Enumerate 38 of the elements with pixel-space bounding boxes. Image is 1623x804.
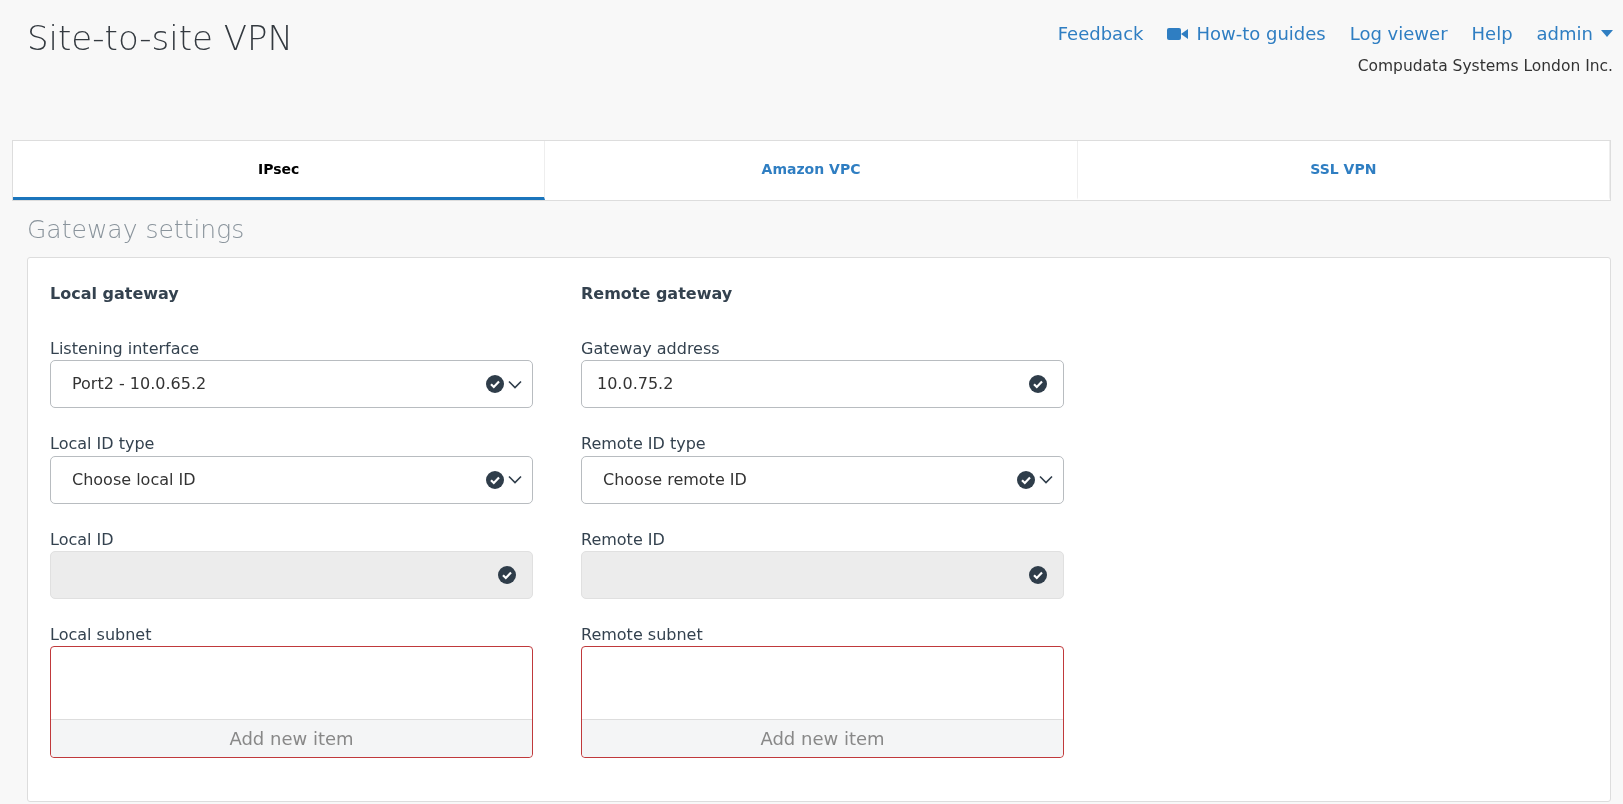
caret-down-icon (1601, 30, 1613, 37)
check-icon (486, 375, 504, 394)
select-field[interactable]: Choose local ID (50, 455, 533, 504)
add-item-button[interactable]: Add new item (51, 718, 532, 757)
check-icon (498, 565, 516, 584)
how-to-link[interactable]: How-to guides (1167, 20, 1326, 47)
field-label: Local ID type (50, 434, 156, 454)
field-label: Remote subnet (581, 624, 704, 644)
check-icon (486, 470, 504, 489)
select-field[interactable]: Port2 - 10.0.65.2 (50, 360, 533, 409)
field-label: Local ID (50, 529, 115, 549)
section-title: Gateway settings (27, 215, 246, 245)
user-menu[interactable]: admin (1536, 20, 1613, 47)
video-camera-icon (1167, 26, 1189, 41)
chevron-down-icon (508, 475, 522, 485)
list-field[interactable]: Add new item (50, 645, 533, 758)
check-icon (1017, 470, 1035, 489)
chevron-down-icon (1039, 475, 1053, 485)
organization-name: Compudata Systems London Inc. (1357, 56, 1613, 77)
column-heading: Remote gateway (581, 284, 734, 304)
field-label: Remote ID (581, 529, 666, 549)
page-title: Site-to-site VPN (27, 18, 293, 60)
nav-link[interactable]: Feedback (1057, 20, 1144, 47)
input-field[interactable]: 10.0.75.2 (581, 360, 1064, 409)
column-heading: Local gateway (50, 284, 180, 304)
tab[interactable]: IPsec (13, 141, 546, 200)
check-icon (1029, 375, 1047, 394)
nav-link[interactable]: Help (1471, 20, 1513, 47)
check-icon (1029, 565, 1047, 584)
field-label: Remote ID type (581, 434, 707, 454)
nav-link[interactable]: Log viewer (1349, 20, 1448, 47)
field-label: Listening interface (50, 339, 201, 359)
chevron-down-icon (508, 379, 522, 389)
select-field[interactable]: Choose remote ID (581, 455, 1064, 504)
field-label: Local subnet (50, 624, 153, 644)
list-field[interactable]: Add new item (581, 645, 1064, 758)
field-label: Gateway address (581, 339, 721, 359)
add-item-button[interactable]: Add new item (582, 718, 1063, 757)
